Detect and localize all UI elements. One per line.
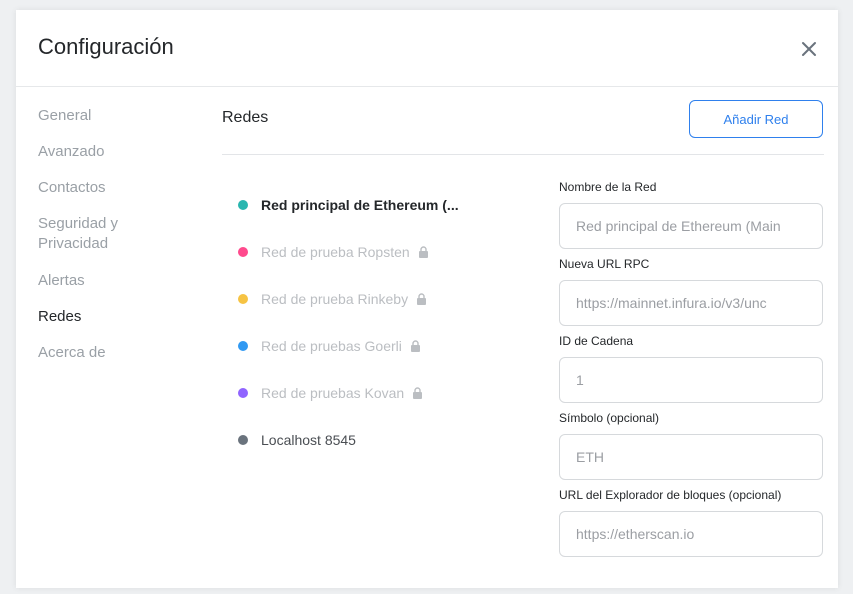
network-form: Nombre de la Red Red principal de Ethere…: [559, 180, 841, 565]
lock-icon: [418, 245, 429, 258]
lock-icon: [416, 292, 427, 305]
network-name: Red principal de Ethereum (...: [261, 196, 459, 213]
network-name: Red de prueba Ropsten: [261, 243, 410, 260]
network-item-goerli[interactable]: Red de pruebas Goerli: [238, 335, 538, 356]
lock-icon: [412, 386, 423, 399]
lock-icon: [410, 339, 421, 352]
network-item-rinkeby[interactable]: Red de prueba Rinkeby: [238, 288, 538, 309]
add-network-button[interactable]: Añadir Red: [689, 100, 823, 138]
symbol-value: ETH: [576, 449, 604, 465]
chain-id-value: 1: [576, 372, 584, 388]
sidebar-item-alerts[interactable]: Alertas: [38, 271, 188, 290]
network-name-value: Red principal de Ethereum (Main: [576, 218, 781, 234]
network-name: Red de pruebas Goerli: [261, 337, 402, 354]
network-name-label: Nombre de la Red: [559, 180, 657, 194]
sidebar-item-networks[interactable]: Redes: [38, 307, 188, 326]
chain-id-field[interactable]: 1: [559, 357, 823, 403]
network-list: Red principal de Ethereum (... Red de pr…: [238, 194, 538, 476]
section-divider: [222, 154, 824, 155]
modal-header: Configuración: [16, 10, 838, 87]
explorer-url-value: https://etherscan.io: [576, 526, 695, 542]
chain-id-label: ID de Cadena: [559, 334, 634, 348]
sidebar-item-about[interactable]: Acerca de: [38, 343, 188, 362]
network-item-ropsten[interactable]: Red de prueba Ropsten: [238, 241, 538, 262]
settings-modal: Configuración General Avanzado Contactos…: [16, 10, 838, 588]
network-color-dot: [238, 340, 248, 351]
symbol-label: Símbolo (opcional): [559, 411, 660, 425]
sidebar-item-general[interactable]: General: [38, 106, 188, 125]
rpc-url-value: https://mainnet.infura.io/v3/unc: [576, 295, 767, 311]
rpc-url-field[interactable]: https://mainnet.infura.io/v3/unc: [559, 280, 823, 326]
network-item-mainnet[interactable]: Red principal de Ethereum (...: [238, 194, 538, 215]
explorer-url-label: URL del Explorador de bloques (opcional): [559, 488, 782, 502]
network-name: Localhost 8545: [261, 431, 356, 448]
settings-sidebar: General Avanzado Contactos Seguridad y P…: [38, 106, 188, 379]
network-name: Red de prueba Rinkeby: [261, 290, 409, 307]
page-title: Configuración: [38, 34, 174, 59]
network-name-field[interactable]: Red principal de Ethereum (Main: [559, 203, 823, 249]
network-color-dot: [238, 387, 248, 398]
network-color-dot: [238, 199, 248, 210]
explorer-url-field[interactable]: https://etherscan.io: [559, 511, 823, 557]
sidebar-item-advanced[interactable]: Avanzado: [38, 142, 188, 161]
symbol-field[interactable]: ETH: [559, 434, 823, 480]
network-color-dot: [238, 293, 248, 304]
network-color-dot: [238, 246, 248, 257]
section-title: Redes: [222, 109, 269, 126]
sidebar-item-security-privacy[interactable]: Seguridad y Privacidad: [38, 214, 148, 254]
close-icon[interactable]: [798, 38, 820, 60]
network-item-kovan[interactable]: Red de pruebas Kovan: [238, 382, 538, 403]
sidebar-item-contacts[interactable]: Contactos: [38, 178, 188, 197]
network-item-localhost[interactable]: Localhost 8545: [238, 429, 538, 450]
rpc-url-label: Nueva URL RPC: [559, 257, 650, 271]
network-color-dot: [238, 434, 248, 445]
network-name: Red de pruebas Kovan: [261, 384, 405, 401]
